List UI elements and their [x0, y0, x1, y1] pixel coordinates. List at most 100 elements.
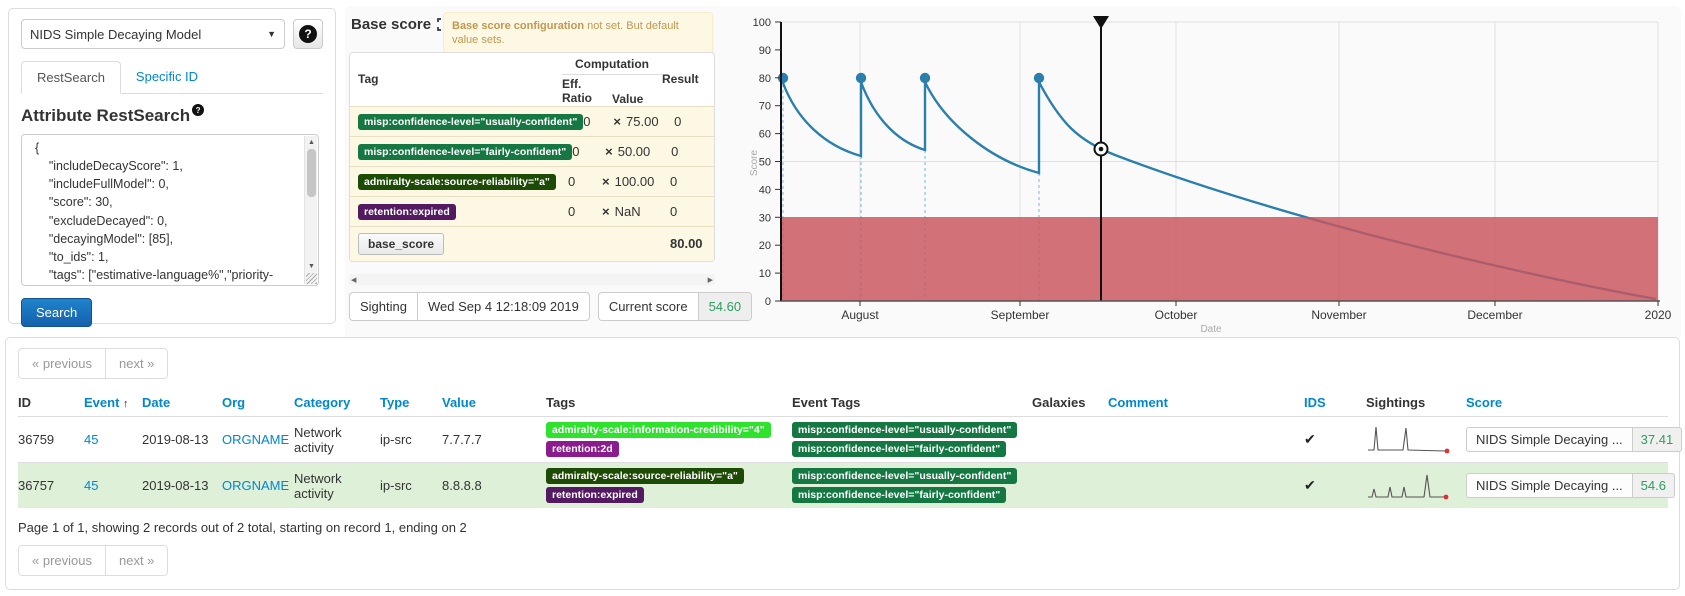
multiply-icon: × [602, 204, 610, 219]
attribute-date: 2019-08-13 [142, 473, 222, 498]
col-galaxies: Galaxies [1032, 395, 1108, 410]
svg-text:70: 70 [759, 101, 771, 113]
svg-text:August: August [841, 308, 879, 322]
horizontal-scrollbar[interactable]: ◀ ▶ [349, 274, 715, 285]
scroll-down-icon[interactable]: ▼ [305, 260, 318, 272]
attribute-category: Network activity [294, 420, 380, 460]
sighting-label: Sighting [350, 293, 417, 320]
col-date[interactable]: Date [142, 395, 222, 410]
model-select[interactable]: NIDS Simple Decaying Model ▼ [21, 19, 285, 49]
col-value[interactable]: Value [442, 395, 546, 410]
result-value: 0 [666, 204, 706, 219]
result-value: 0 [670, 114, 706, 129]
x-axis-title: Date [1200, 324, 1222, 335]
attribute-galaxies [1032, 435, 1108, 445]
tag-badge[interactable]: admiralty-scale:source-reliability="a" [546, 468, 744, 484]
score-model-name[interactable]: NIDS Simple Decaying ... [1466, 473, 1633, 498]
previous-page-button[interactable]: « previous [18, 545, 106, 576]
base-score-total-value: 80.00 [666, 236, 706, 251]
restsearch-query-value: { "includeDecayScore": 1, "includeFullMo… [28, 139, 302, 283]
col-score[interactable]: Score [1466, 395, 1668, 410]
tag-badge[interactable]: misp:confidence-level="usually-confident… [358, 114, 583, 130]
sightings-sparkline[interactable] [1366, 424, 1456, 456]
multiply-icon: × [613, 114, 621, 129]
attribute-row[interactable]: 36757 45 2019-08-13 ORGNAME Network acti… [18, 462, 1668, 508]
tab-specific-id[interactable]: Specific ID [121, 61, 213, 93]
eff-ratio-value: 0 [568, 204, 602, 219]
sort-asc-icon: ↑ [123, 398, 129, 410]
col-eff-ratio: Eff. Ratio [562, 78, 600, 106]
attribute-value: 7.7.7.7 [442, 427, 546, 452]
svg-text:November: November [1311, 308, 1366, 322]
score-widget[interactable]: NIDS Simple Decaying ... 37.41 [1466, 422, 1668, 457]
pagination-bottom: « previous next » [18, 545, 168, 576]
y-axis-title: Score [749, 150, 760, 177]
restsearch-query-textarea[interactable]: { "includeDecayScore": 1, "includeFullMo… [21, 134, 319, 286]
svg-text:30: 30 [759, 212, 771, 224]
current-score-label: Current score [599, 293, 698, 320]
event-tag-badge[interactable]: misp:confidence-level="usually-confident… [792, 422, 1017, 438]
score-model-name[interactable]: NIDS Simple Decaying ... [1466, 427, 1633, 452]
help-button[interactable]: ? [293, 19, 323, 49]
attribute-type: ip-src [380, 427, 442, 452]
attribute-id: 36759 [18, 427, 84, 452]
col-category[interactable]: Category [294, 395, 380, 410]
tag-badge[interactable]: admiralty-scale:source-reliability="a" [358, 174, 556, 190]
textarea-scrollbar[interactable]: ▲ ▼ [304, 136, 317, 284]
col-tag: Tag [350, 53, 562, 106]
tag-badge[interactable]: retention:expired [546, 487, 644, 503]
col-event[interactable]: Event ↑ [84, 395, 142, 410]
event-tag-badge[interactable]: misp:confidence-level="fairly-confident" [792, 441, 1006, 457]
previous-page-button[interactable]: « previous [18, 348, 106, 379]
scrollbar-thumb[interactable] [307, 149, 316, 197]
col-tags: Tags [546, 395, 792, 410]
tag-badge[interactable]: retention:2d [546, 441, 619, 457]
question-icon: ? [299, 25, 317, 43]
tag-badge[interactable]: admiralty-scale:information-credibility=… [546, 422, 771, 438]
base-score-title: Base score [351, 16, 450, 33]
search-button[interactable]: Search [21, 298, 92, 327]
decay-score-chart[interactable]: 10090 8070 6050 4030 2010 0 AugustSeptem… [713, 8, 1685, 343]
svg-text:90: 90 [759, 45, 771, 57]
event-tag-badge[interactable]: misp:confidence-level="usually-confident… [792, 468, 1017, 484]
tag-numerical-value: 100.00 [615, 174, 655, 189]
col-id: ID [18, 395, 84, 410]
col-type[interactable]: Type [380, 395, 442, 410]
sightings-sparkline[interactable] [1366, 470, 1456, 502]
col-comment[interactable]: Comment [1108, 395, 1304, 410]
svg-text:60: 60 [759, 129, 771, 141]
ids-check-icon: ✔ [1304, 426, 1366, 453]
event-link[interactable]: 45 [84, 473, 142, 498]
multiply-icon: × [602, 174, 610, 189]
tag-badge[interactable]: retention:expired [358, 204, 456, 220]
svg-text:2020: 2020 [1645, 308, 1672, 322]
org-link[interactable]: ORGNAME [222, 473, 294, 498]
eff-ratio-value: 0 [572, 144, 605, 159]
event-link[interactable]: 45 [84, 427, 142, 452]
col-org[interactable]: Org [222, 395, 294, 410]
attribute-row[interactable]: 36759 45 2019-08-13 ORGNAME Network acti… [18, 416, 1668, 462]
tag-badge[interactable]: misp:confidence-level="fairly-confident" [358, 144, 572, 160]
svg-text:80: 80 [759, 73, 771, 85]
org-link[interactable]: ORGNAME [222, 427, 294, 452]
eff-ratio-value: 0 [568, 174, 602, 189]
tag-numerical-value: NaN [615, 204, 641, 219]
scroll-left-icon[interactable]: ◀ [351, 276, 356, 284]
col-ids[interactable]: IDS [1304, 395, 1366, 410]
score-widget[interactable]: NIDS Simple Decaying ... 54.6 [1466, 468, 1668, 503]
tab-restsearch[interactable]: RestSearch [21, 61, 121, 94]
base-score-chip[interactable]: base_score [358, 233, 444, 255]
textarea-resize-handle[interactable] [306, 273, 317, 284]
next-page-button[interactable]: next » [106, 348, 168, 379]
tag-numerical-value: 75.00 [626, 114, 659, 129]
sighting-points[interactable] [778, 73, 1044, 83]
sighting-info: Sighting Wed Sep 4 12:18:09 2019 [349, 292, 590, 321]
eff-ratio-value: 0 [583, 114, 613, 129]
question-icon: ? [192, 104, 204, 116]
svg-text:20: 20 [759, 240, 771, 252]
scroll-up-icon[interactable]: ▲ [305, 136, 318, 148]
event-tag-badge[interactable]: misp:confidence-level="fairly-confident" [792, 487, 1006, 503]
svg-text:September: September [991, 308, 1050, 322]
next-page-button[interactable]: next » [106, 545, 168, 576]
svg-text:100: 100 [753, 17, 771, 29]
